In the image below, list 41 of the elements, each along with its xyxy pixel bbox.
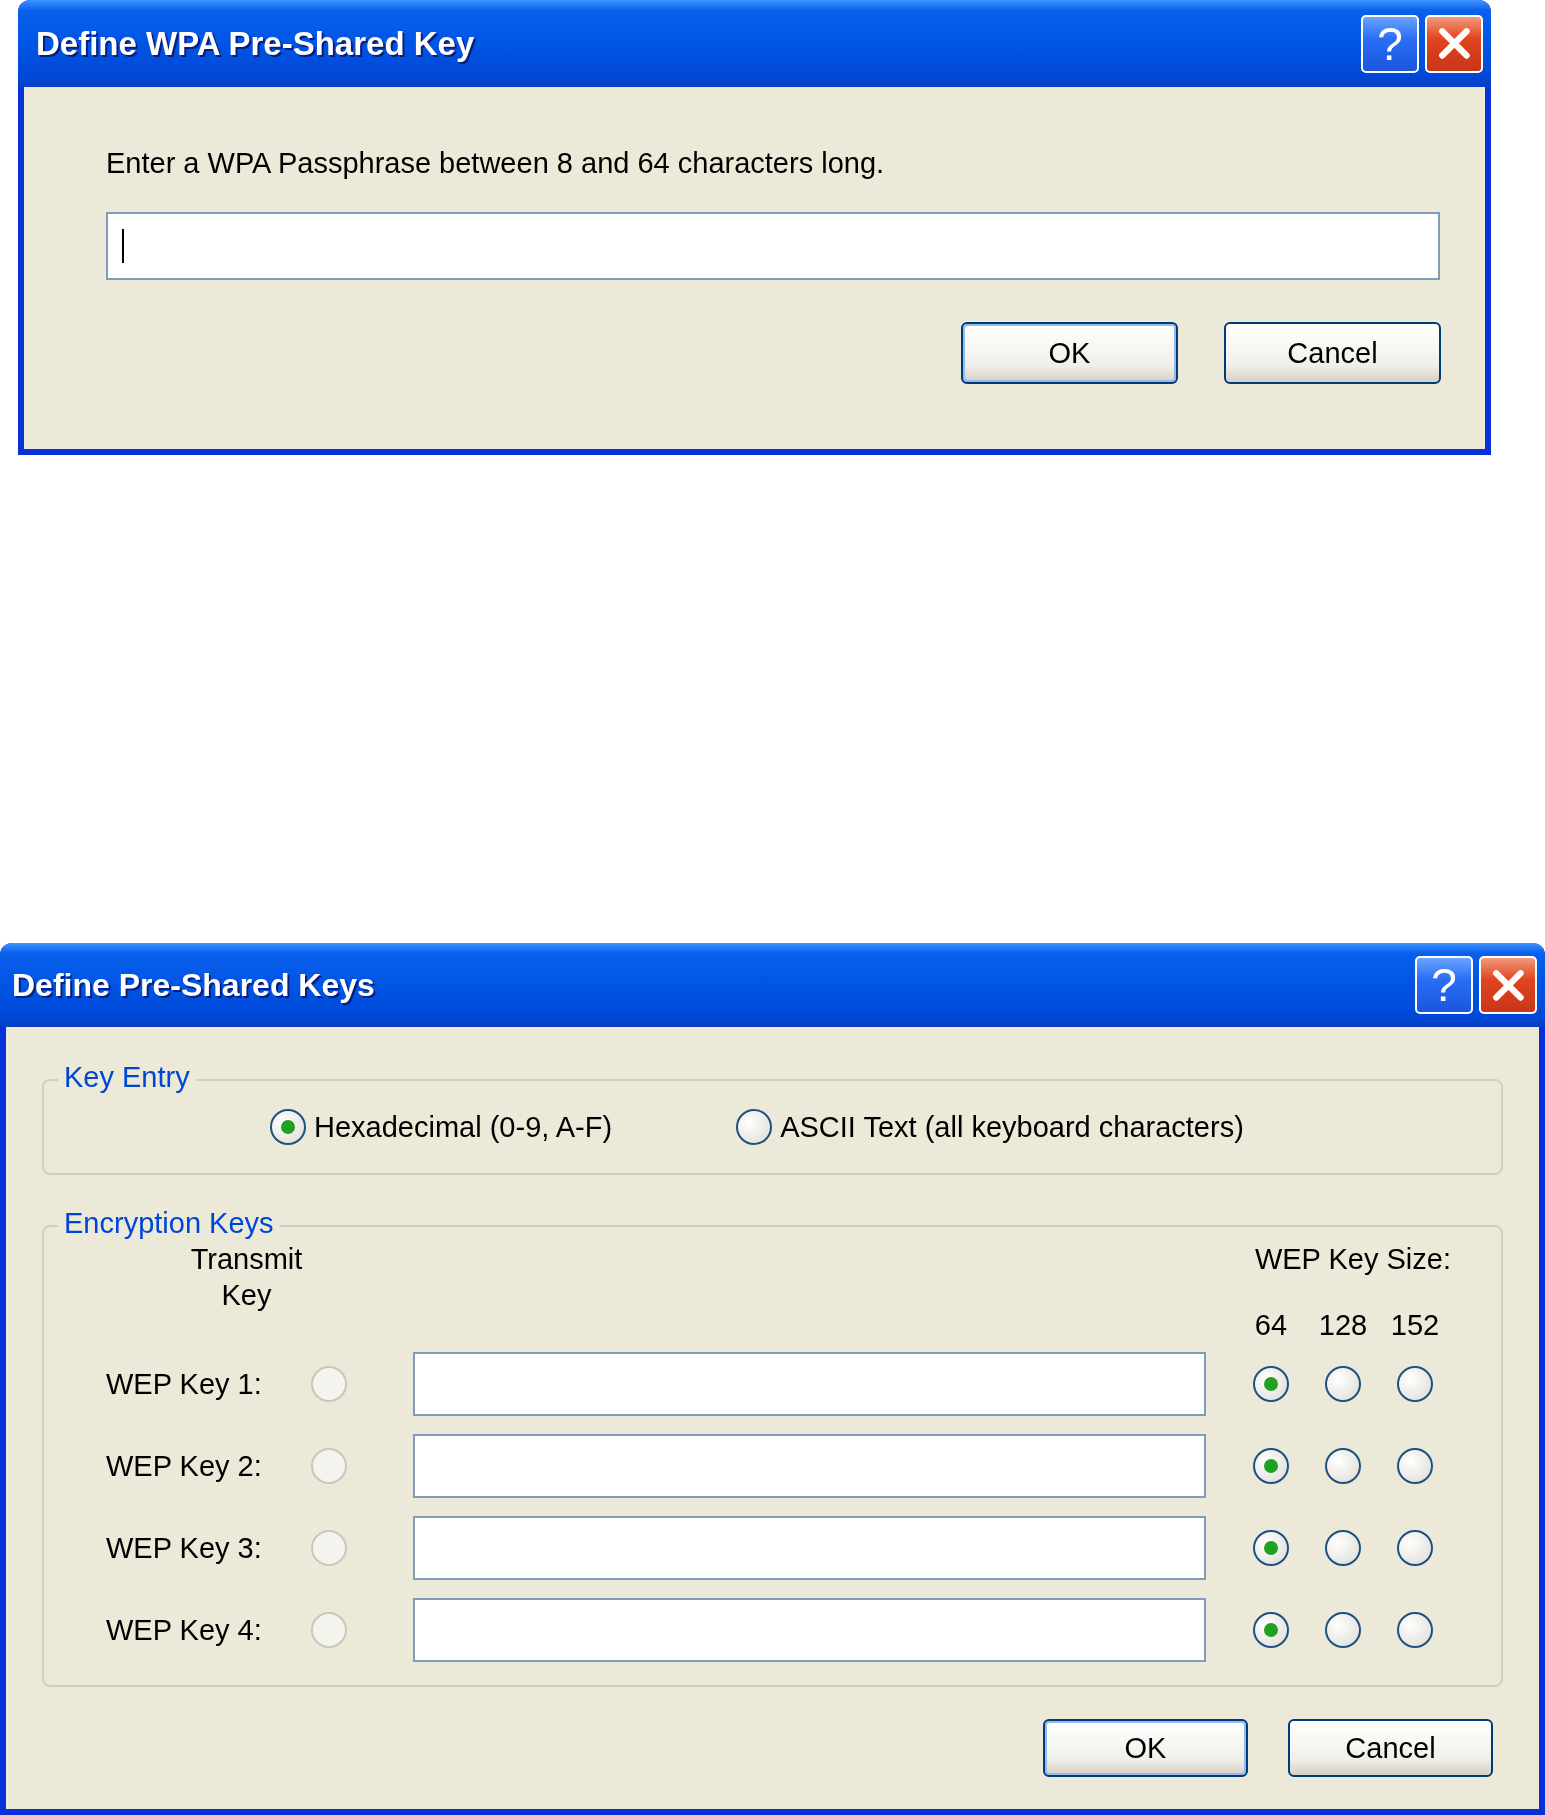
close-button[interactable] [1479, 956, 1537, 1014]
close-button[interactable] [1425, 14, 1483, 73]
key-label: WEP Key 3: [106, 1531, 263, 1565]
radio-option[interactable]: Hexadecimal (0-9, A-F) [270, 1109, 613, 1145]
cancel-button[interactable]: Cancel [1288, 1719, 1493, 1777]
key-field[interactable] [413, 1352, 1206, 1416]
radio-button[interactable] [1325, 1530, 1361, 1566]
column-header: Transmit Key [189, 1242, 304, 1313]
column-header: 128 [1318, 1308, 1368, 1342]
column-header: WEP Key Size: [1254, 1242, 1451, 1276]
column-header: 64 [1254, 1308, 1288, 1342]
radio-button[interactable] [1325, 1448, 1361, 1484]
cancel-button[interactable]: Cancel [1224, 322, 1441, 384]
passphrase-field[interactable] [106, 212, 1440, 280]
radio-button[interactable] [1253, 1366, 1289, 1402]
close-icon [1490, 967, 1526, 1003]
key-field[interactable] [413, 1598, 1206, 1662]
radio-button[interactable] [1397, 1366, 1433, 1402]
ok-button[interactable]: OK [961, 322, 1178, 384]
radio-button[interactable] [1325, 1366, 1361, 1402]
key-field[interactable] [413, 1434, 1206, 1498]
help-button[interactable]: ? [1361, 14, 1419, 73]
radio-button[interactable] [1253, 1448, 1289, 1484]
radio-button[interactable] [1253, 1612, 1289, 1648]
radio-button[interactable] [1325, 1612, 1361, 1648]
close-icon [1436, 26, 1472, 61]
radio-button[interactable] [1253, 1530, 1289, 1566]
help-button[interactable]: ? [1415, 956, 1473, 1014]
key-label: WEP Key 1: [106, 1367, 263, 1401]
window-title: Define WPA Pre-Shared Key [36, 24, 476, 63]
key-label: WEP Key 4: [106, 1613, 263, 1647]
radio-button[interactable] [1397, 1612, 1433, 1648]
column-header: 152 [1390, 1308, 1440, 1342]
window-title: Define Pre-Shared Keys [12, 966, 376, 1004]
ok-button[interactable]: OK [1043, 1719, 1248, 1777]
prompt-text: Enter a WPA Passphrase between 8 and 64 characters long. [106, 147, 886, 180]
key-label: WEP Key 2: [106, 1449, 263, 1483]
radio-button[interactable] [1397, 1530, 1433, 1566]
radio-button[interactable] [1397, 1448, 1433, 1484]
key-field[interactable] [413, 1516, 1206, 1580]
radio-option[interactable]: ASCII Text (all keyboard characters) [736, 1109, 1244, 1145]
